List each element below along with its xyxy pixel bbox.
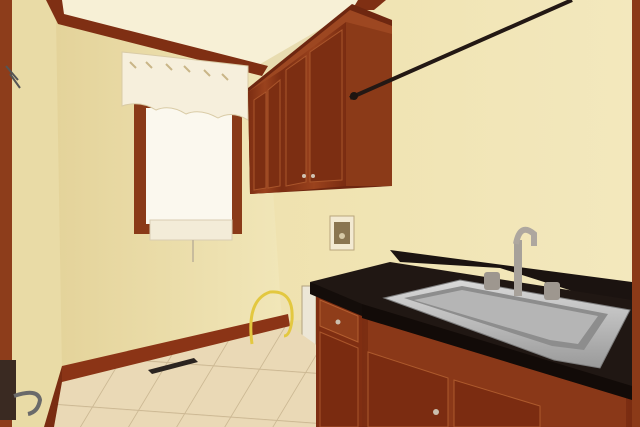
laundry-room-photo <box>0 0 640 427</box>
washer-box-icon <box>329 215 355 251</box>
right-door-frame <box>632 0 640 427</box>
window-icon <box>134 104 242 262</box>
